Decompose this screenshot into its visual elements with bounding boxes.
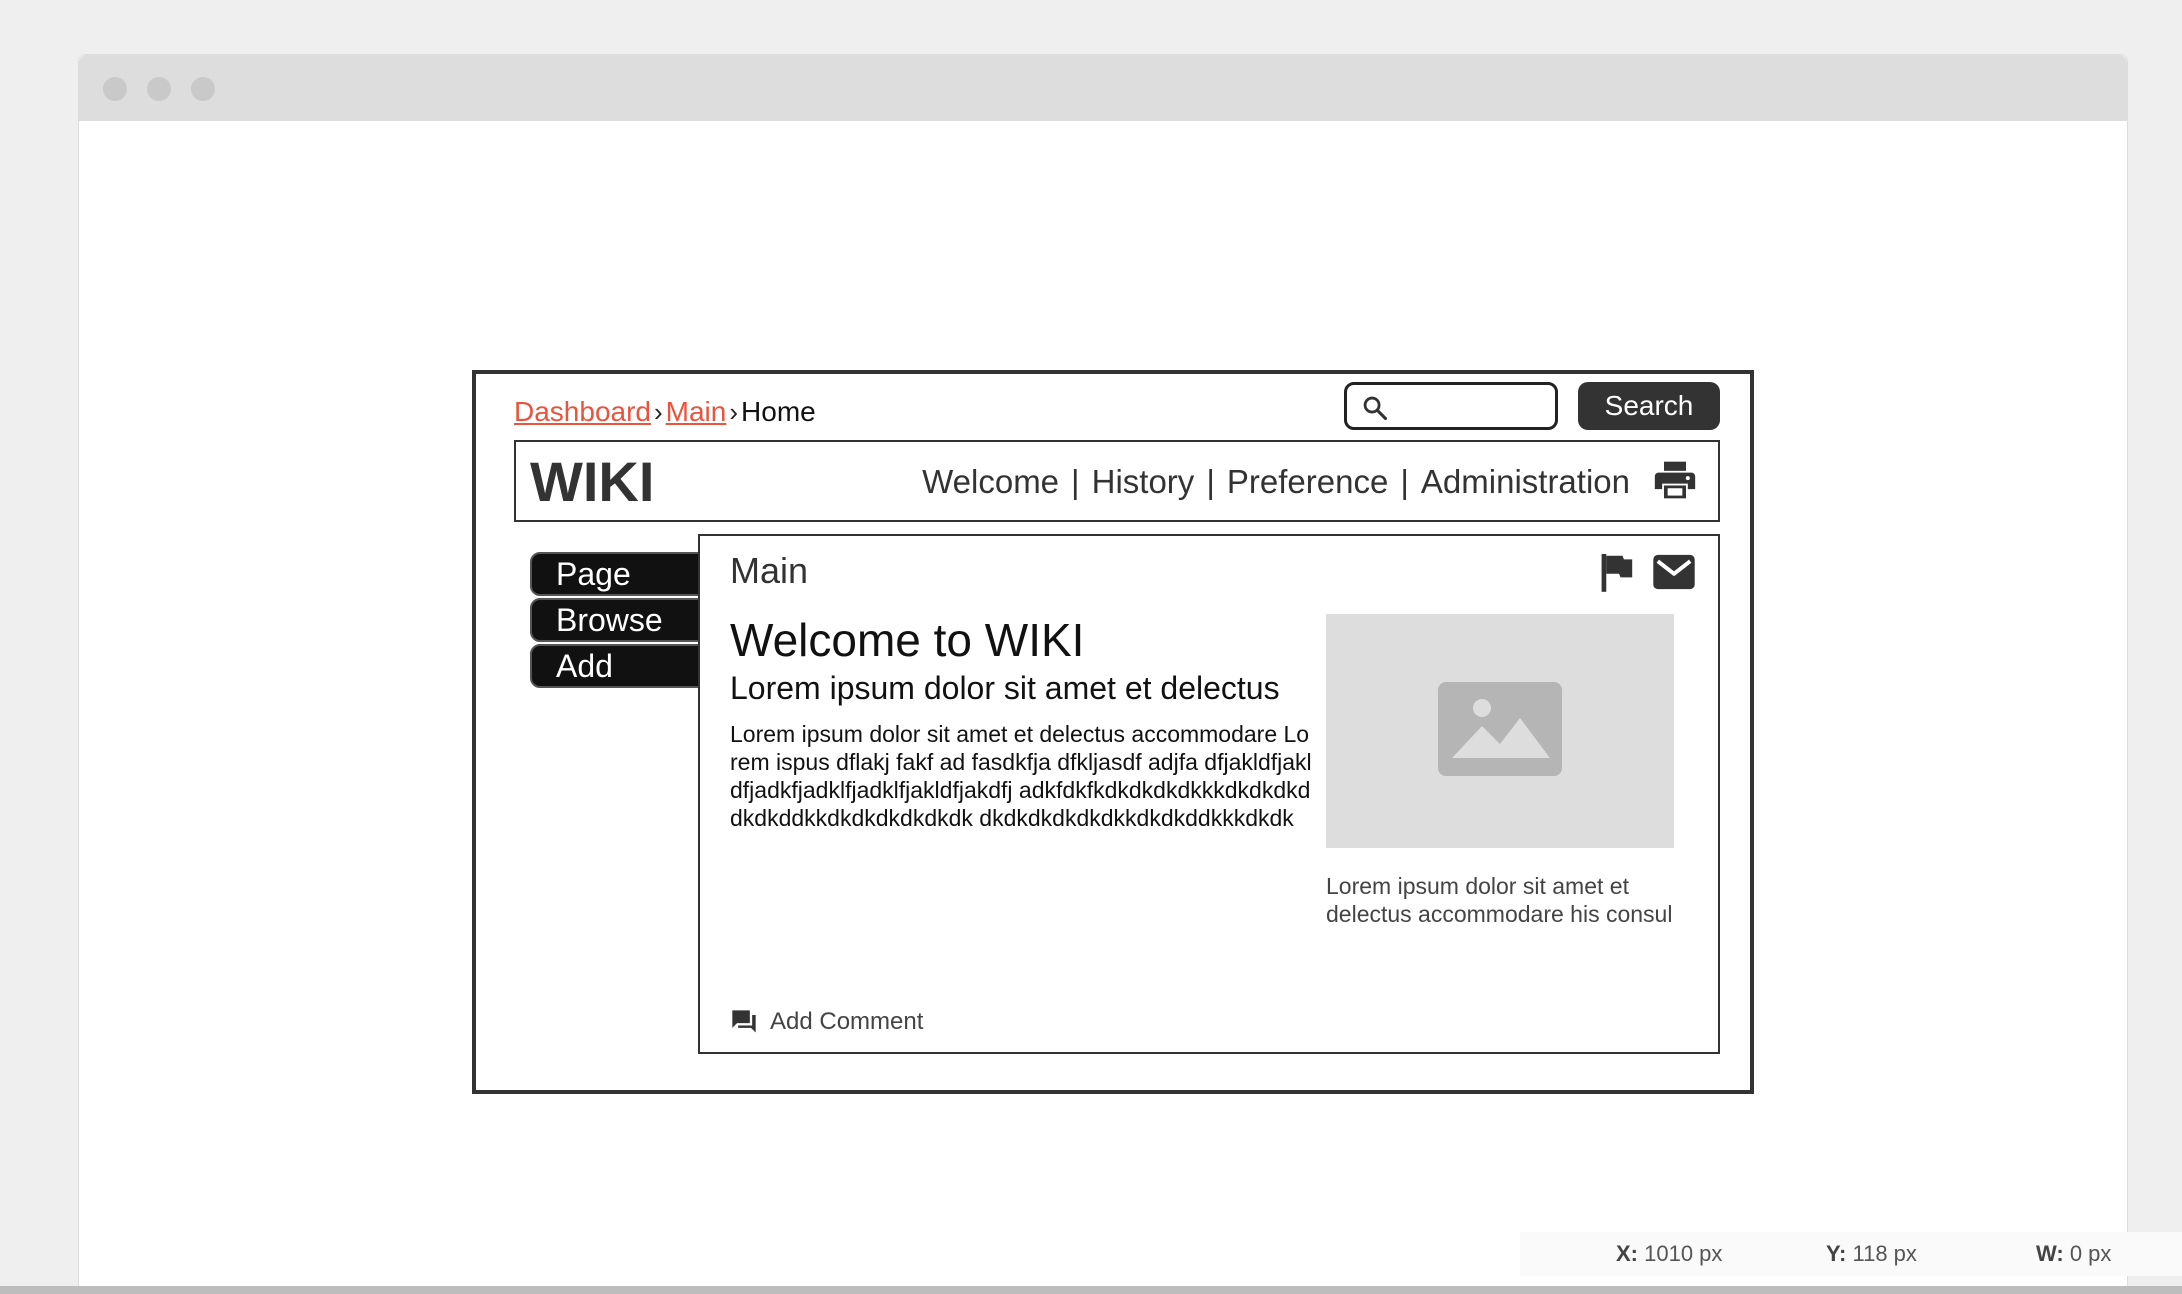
nav-divider: | xyxy=(1206,463,1215,500)
article-heading: Welcome to WIKI xyxy=(730,614,1085,666)
article-subheading: Lorem ipsum dolor sit amet et delectus xyxy=(730,670,1280,706)
nav-item-administration[interactable]: Administration xyxy=(1421,460,1630,504)
x-readout: X: 1010 px xyxy=(1616,1241,1723,1266)
search-icon xyxy=(1363,396,1388,421)
y-readout: Y: 118 px xyxy=(1826,1241,1917,1266)
window-minimize-dot[interactable] xyxy=(147,77,171,101)
nav-divider: | xyxy=(1400,463,1409,500)
nav-divider: | xyxy=(1071,463,1080,500)
window-maximize-dot[interactable] xyxy=(191,77,215,101)
tab-page[interactable]: Page xyxy=(530,552,702,596)
article: Welcome to WIKI Lorem ipsum dolor sit am… xyxy=(730,614,1316,832)
browser-title-bar xyxy=(79,55,2127,121)
tab-add[interactable]: Add xyxy=(530,644,702,688)
breadcrumb-separator: › xyxy=(729,397,739,427)
content-title: Main xyxy=(730,550,809,591)
window-bottom-edge xyxy=(0,1286,2182,1294)
search-button[interactable]: Search xyxy=(1578,382,1720,430)
print-icon[interactable] xyxy=(1652,458,1698,502)
coordinate-status-bar: X: 1010 px Y: 118 px W: 0 px xyxy=(1520,1232,2182,1276)
nav-item-welcome[interactable]: Welcome xyxy=(922,460,1059,504)
wiki-wireframe: Dashboard › Main › Home Search WIKI Welc… xyxy=(472,370,1754,1094)
comment-icon xyxy=(732,1010,756,1033)
add-comment-label: Add Comment xyxy=(770,1008,924,1035)
main-nav: Welcome | History | Preference | Adminis… xyxy=(922,460,1630,504)
breadcrumb-dashboard[interactable]: Dashboard xyxy=(514,392,651,432)
content-panel: Main Welcome to WIKI Lorem ipsum dolor s… xyxy=(698,534,1720,1054)
flag-icon[interactable] xyxy=(1598,552,1634,592)
nav-item-preference[interactable]: Preference xyxy=(1227,460,1388,504)
image-caption: Lorem ipsum dolor sit amet et delectus a… xyxy=(1326,873,1673,927)
breadcrumb-main[interactable]: Main xyxy=(666,392,727,432)
site-logo: WIKI xyxy=(530,450,655,513)
image-placeholder xyxy=(1326,614,1674,848)
breadcrumb-separator: › xyxy=(653,397,663,427)
w-readout: W: 0 px xyxy=(2036,1241,2112,1266)
window-close-dot[interactable] xyxy=(103,77,127,101)
site-header: WIKI Welcome | History | Preference | Ad… xyxy=(514,440,1720,522)
image-icon xyxy=(1438,682,1562,776)
article-body: Lorem ipsum dolor sit amet et delectus a… xyxy=(730,721,1312,831)
search-input[interactable] xyxy=(1399,389,1549,423)
tab-browse[interactable]: Browse xyxy=(530,598,702,642)
search-box[interactable] xyxy=(1344,382,1558,430)
add-comment-link[interactable]: Add Comment xyxy=(730,1008,923,1036)
mail-icon[interactable] xyxy=(1652,554,1696,590)
side-tabs: Page Browse Add xyxy=(530,552,702,690)
nav-item-history[interactable]: History xyxy=(1092,460,1195,504)
breadcrumb: Dashboard › Main › Home xyxy=(514,392,816,432)
breadcrumb-current: Home xyxy=(741,396,816,427)
